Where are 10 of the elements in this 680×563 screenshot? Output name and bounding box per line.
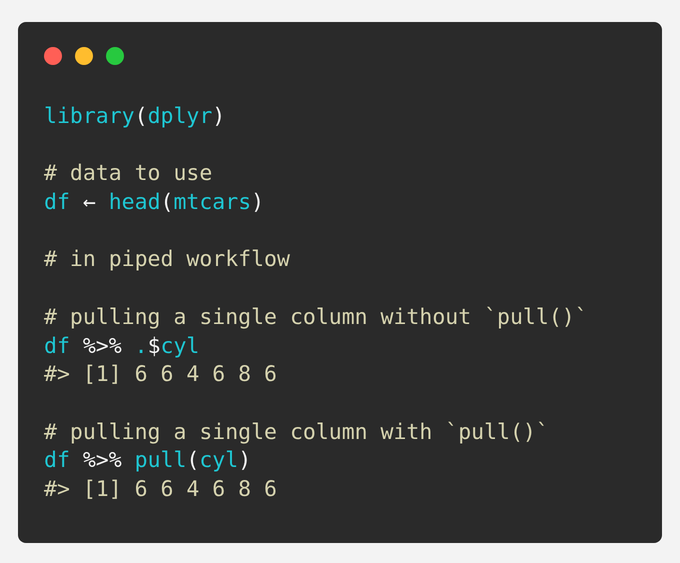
code-line: # pulling a single column without `pull()` [44,304,589,332]
code-line: df %>% .$cyl [44,332,200,360]
code-line: df %>% pull(cyl) [44,447,252,476]
code-line: # data to use [44,160,214,188]
code-line: #> [1] 6 6 4 6 8 6 [44,476,278,504]
code-line: # pulling a single column with `pull()` [44,418,550,447]
code-line: # in piped workflow [44,246,291,274]
code-line: df ← head(mtcars) [44,189,266,218]
code-line: #> [1] 6 6 4 6 8 6 [44,361,278,390]
code-line: library(dplyr) [44,103,226,131]
